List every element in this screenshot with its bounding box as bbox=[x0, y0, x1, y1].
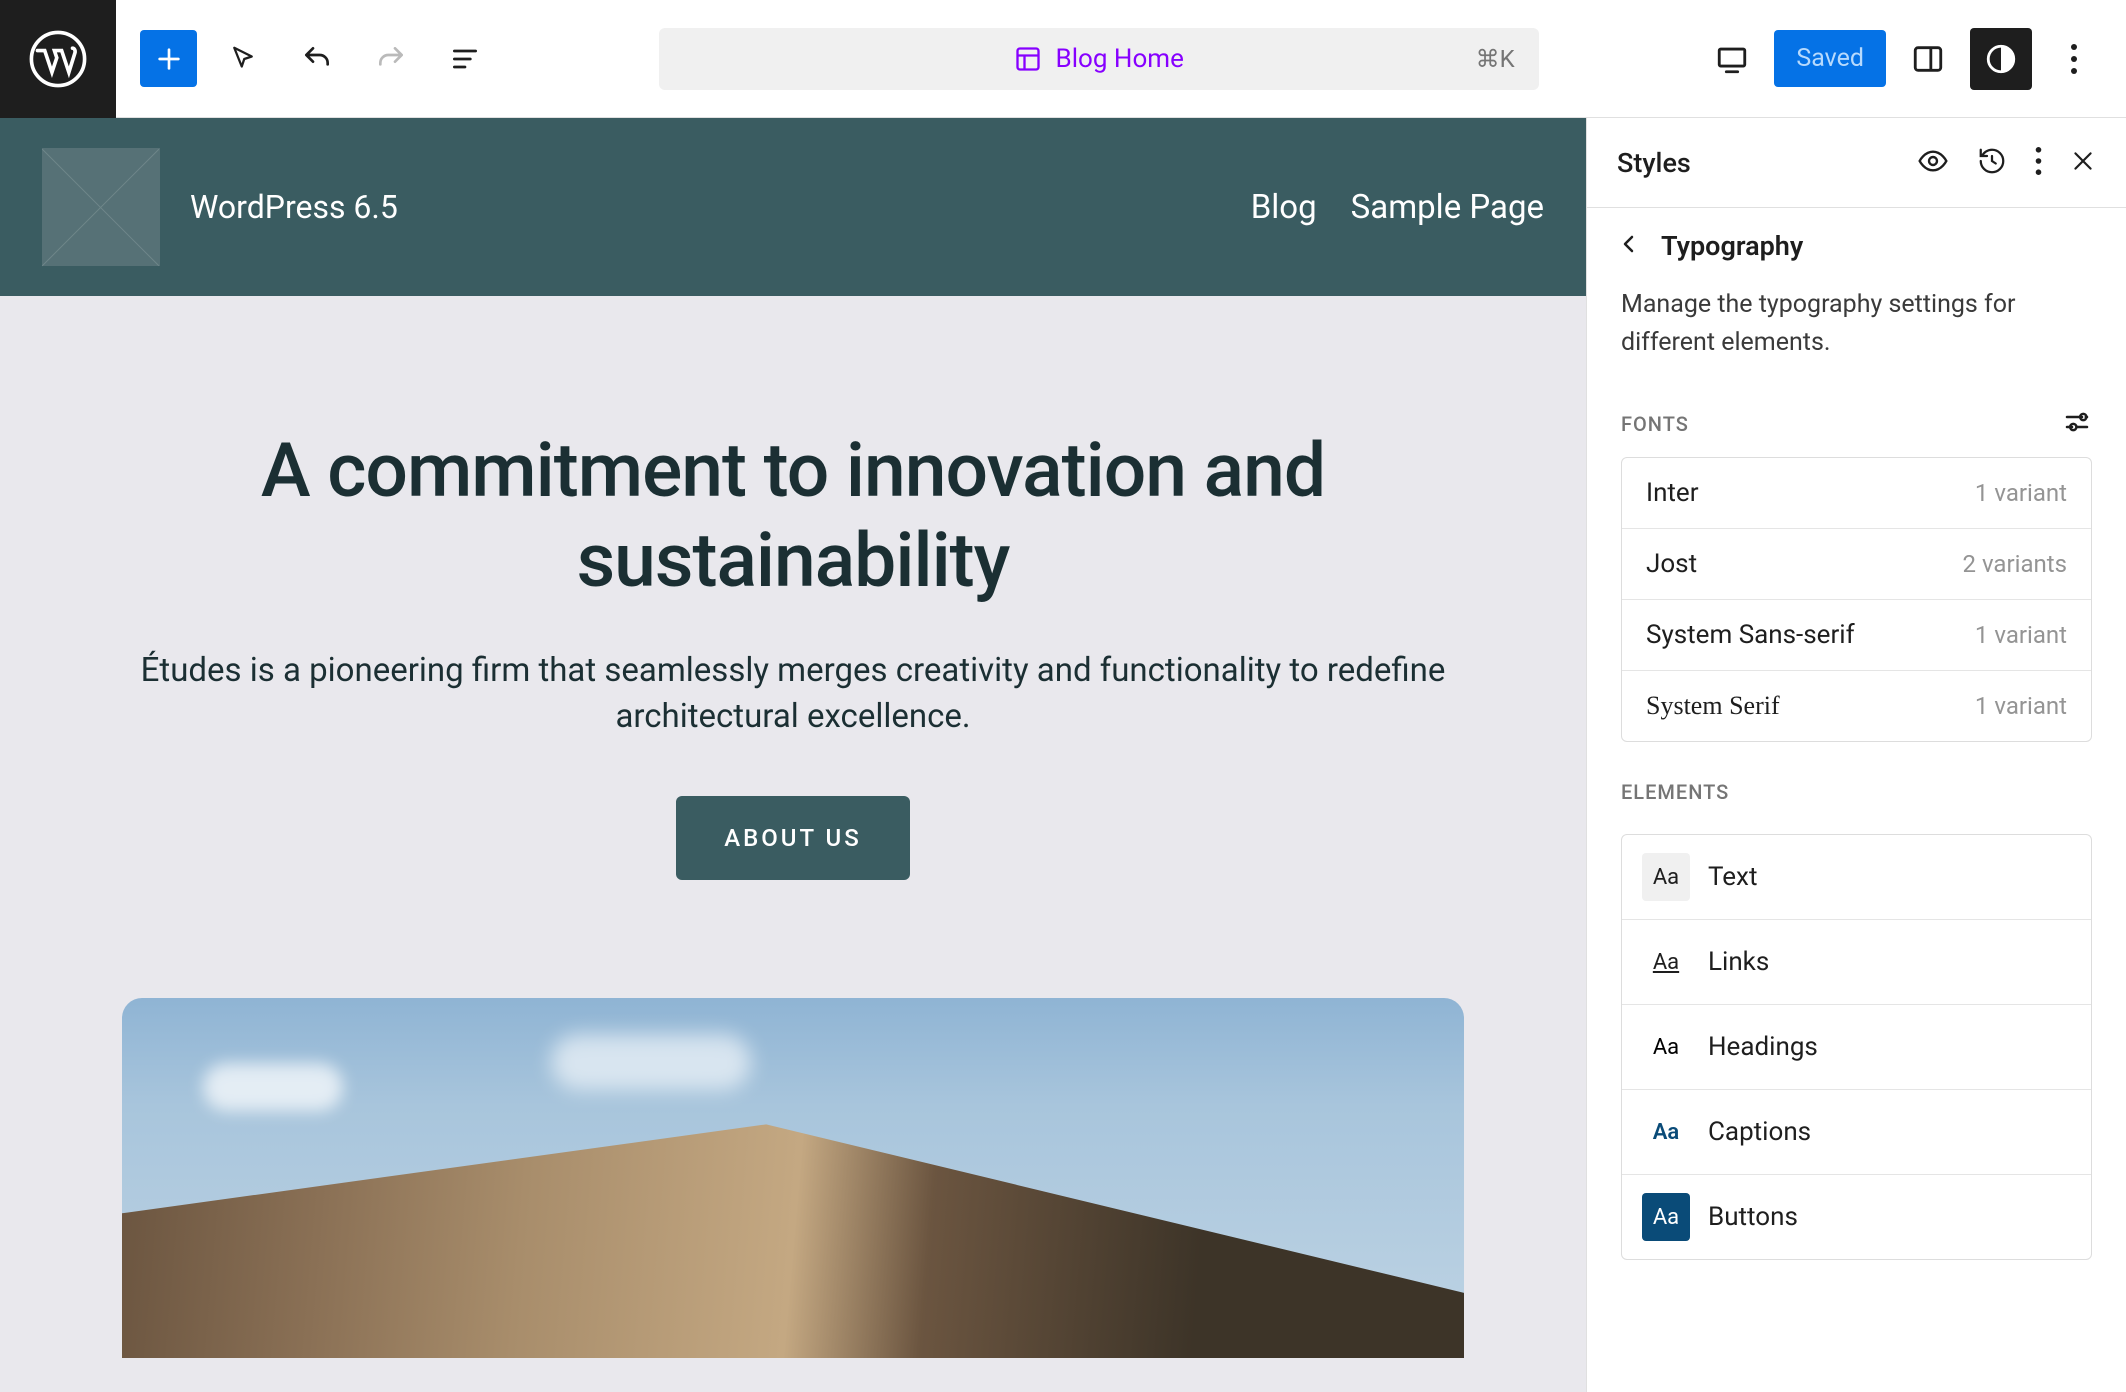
font-item-inter[interactable]: Inter1 variant bbox=[1622, 458, 2091, 529]
wordpress-logo[interactable] bbox=[0, 0, 116, 118]
revisions-button[interactable] bbox=[1977, 146, 2007, 180]
topbar: Blog Home ⌘K Saved bbox=[0, 0, 2126, 118]
editor-canvas[interactable]: WordPress 6.5 Blog Sample Page A commitm… bbox=[0, 118, 1586, 1392]
chevron-left-icon bbox=[1617, 232, 1641, 256]
cursor-icon bbox=[228, 44, 258, 74]
kebab-icon bbox=[2035, 147, 2042, 175]
save-button[interactable]: Saved bbox=[1774, 30, 1886, 87]
toolbar-right: Saved bbox=[1680, 28, 2126, 90]
style-book-button[interactable] bbox=[1917, 145, 1949, 181]
element-list: AaText AaLinks AaHeadings AaCaptions AaB… bbox=[1621, 834, 2092, 1260]
redo-icon bbox=[375, 43, 407, 75]
elements-section-header: ELEMENTS bbox=[1587, 742, 2126, 820]
element-item-buttons[interactable]: AaButtons bbox=[1622, 1175, 2091, 1259]
main-area: WordPress 6.5 Blog Sample Page A commitm… bbox=[0, 118, 2126, 1392]
font-item-jost[interactable]: Jost2 variants bbox=[1622, 529, 2091, 600]
site-header-block[interactable]: WordPress 6.5 Blog Sample Page bbox=[0, 118, 1586, 296]
sidebar-header: Styles bbox=[1587, 118, 2126, 208]
aa-icon: Aa bbox=[1642, 1023, 1690, 1071]
fonts-label: FONTS bbox=[1621, 412, 1689, 436]
font-list: Inter1 variant Jost2 variants System San… bbox=[1621, 457, 2092, 742]
add-block-button[interactable] bbox=[140, 30, 197, 87]
hero-subtext[interactable]: Études is a pioneering firm that seamles… bbox=[120, 648, 1466, 740]
panel-icon bbox=[1911, 42, 1945, 76]
fonts-section-header: FONTS bbox=[1587, 395, 2126, 457]
wordpress-icon bbox=[29, 30, 87, 88]
sidebar-more-button[interactable] bbox=[2035, 147, 2042, 179]
decorative-cloud bbox=[551, 1034, 751, 1090]
close-sidebar-button[interactable] bbox=[2070, 148, 2096, 178]
panel-description: Manage the typography settings for diffe… bbox=[1587, 272, 2126, 395]
shortcut-hint: ⌘K bbox=[1476, 45, 1515, 73]
element-item-headings[interactable]: AaHeadings bbox=[1622, 1005, 2091, 1090]
decorative-cloud bbox=[203, 1063, 343, 1111]
more-menu-button[interactable] bbox=[2046, 31, 2102, 87]
styles-toggle[interactable] bbox=[1970, 28, 2032, 90]
half-circle-icon bbox=[1984, 42, 2018, 76]
history-icon bbox=[1977, 146, 2007, 176]
layout-icon bbox=[1014, 45, 1042, 73]
kebab-icon bbox=[2070, 44, 2078, 74]
center-bar: Blog Home ⌘K bbox=[517, 28, 1680, 90]
sidebar-title: Styles bbox=[1617, 147, 1691, 179]
element-item-captions[interactable]: AaCaptions bbox=[1622, 1090, 2091, 1175]
hero-section[interactable]: A commitment to innovation and sustainab… bbox=[0, 296, 1586, 880]
decorative-building bbox=[122, 1124, 1464, 1358]
view-button[interactable] bbox=[1704, 31, 1760, 87]
close-icon bbox=[2070, 148, 2096, 174]
hero-heading[interactable]: A commitment to innovation and sustainab… bbox=[120, 426, 1466, 606]
font-settings-button[interactable] bbox=[2062, 407, 2092, 441]
undo-icon bbox=[301, 43, 333, 75]
site-title[interactable]: WordPress 6.5 bbox=[190, 188, 398, 226]
site-nav: Blog Sample Page bbox=[1251, 188, 1544, 227]
aa-icon: Aa bbox=[1642, 1108, 1690, 1156]
eye-icon bbox=[1917, 145, 1949, 177]
sidebar-breadcrumb: Typography bbox=[1587, 208, 2126, 272]
nav-link-blog[interactable]: Blog bbox=[1251, 188, 1317, 227]
element-item-text[interactable]: AaText bbox=[1622, 835, 2091, 920]
hero-button[interactable]: ABOUT US bbox=[676, 796, 910, 880]
plus-icon bbox=[153, 43, 185, 75]
sliders-icon bbox=[2062, 407, 2092, 437]
settings-panel-toggle[interactable] bbox=[1900, 31, 1956, 87]
desktop-icon bbox=[1715, 42, 1749, 76]
nav-link-sample[interactable]: Sample Page bbox=[1351, 188, 1544, 227]
template-selector[interactable]: Blog Home ⌘K bbox=[659, 28, 1539, 90]
site-logo-placeholder[interactable] bbox=[42, 148, 160, 266]
tools-button[interactable] bbox=[215, 31, 271, 87]
sidebar-header-actions bbox=[1917, 145, 2096, 181]
font-item-system-sans[interactable]: System Sans-serif1 variant bbox=[1622, 600, 2091, 671]
list-view-button[interactable] bbox=[437, 31, 493, 87]
hero-image[interactable] bbox=[122, 998, 1464, 1358]
back-button[interactable] bbox=[1617, 232, 1641, 260]
aa-icon: Aa bbox=[1642, 853, 1690, 901]
aa-icon: Aa bbox=[1642, 1193, 1690, 1241]
styles-sidebar: Styles Typography Manage the typography … bbox=[1586, 118, 2126, 1392]
template-name: Blog Home bbox=[1056, 44, 1184, 74]
elements-label: ELEMENTS bbox=[1621, 780, 1729, 804]
list-icon bbox=[449, 43, 481, 75]
toolbar-left bbox=[116, 30, 517, 87]
panel-title: Typography bbox=[1661, 230, 1803, 262]
aa-icon: Aa bbox=[1642, 938, 1690, 986]
undo-button[interactable] bbox=[289, 31, 345, 87]
font-item-system-serif[interactable]: System Serif1 variant bbox=[1622, 671, 2091, 741]
redo-button[interactable] bbox=[363, 31, 419, 87]
element-item-links[interactable]: AaLinks bbox=[1622, 920, 2091, 1005]
